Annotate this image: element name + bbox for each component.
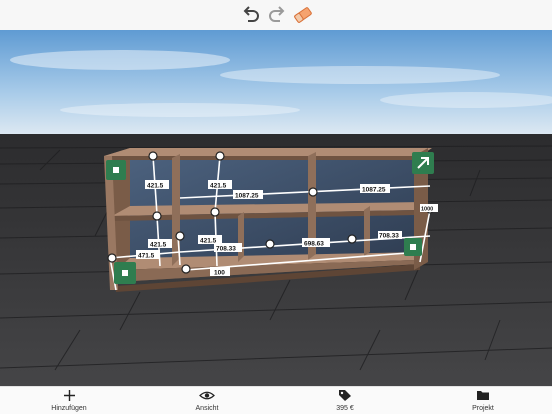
plus-icon xyxy=(63,390,75,401)
select-corner-button-bottom-left[interactable] xyxy=(114,262,136,284)
label-middle-shelf-mid: 698.63 xyxy=(304,241,324,248)
app-window: 421.5 421.5 1087.25 1087.25 421.5 421.5 … xyxy=(0,0,552,414)
select-corner-button-top-left[interactable] xyxy=(106,160,126,180)
top-toolbar xyxy=(0,0,552,30)
nav-project-label: Projekt xyxy=(472,405,494,412)
price-tag-icon xyxy=(339,390,351,401)
redo-button[interactable] xyxy=(266,5,288,25)
undo-button[interactable] xyxy=(240,5,262,25)
label-lower-left-height: 421.5 xyxy=(150,242,167,249)
label-top-width: 1087.25 xyxy=(235,193,259,200)
eye-icon xyxy=(199,391,215,400)
nav-view-label: Ansicht xyxy=(195,405,219,412)
label-shelf-width: 1087.25 xyxy=(362,187,386,194)
nav-price-label: 395 € xyxy=(336,405,354,412)
label-left-depth: 471.5 xyxy=(138,253,155,260)
nav-view[interactable]: Ansicht xyxy=(167,389,247,413)
label-middle-shelf-right: 708.33 xyxy=(379,233,399,240)
nav-add-label: Hinzufügen xyxy=(51,405,87,412)
eraser-icon xyxy=(294,7,312,23)
nav-add[interactable]: Hinzufügen xyxy=(29,389,109,413)
redo-icon xyxy=(269,6,285,22)
label-upper-left-height: 421.5 xyxy=(147,183,164,190)
label-middle-shelf-left: 708.33 xyxy=(216,246,236,253)
label-total-height: 1000 xyxy=(421,207,433,213)
undo-icon xyxy=(243,6,259,22)
folder-icon xyxy=(477,391,489,400)
label-upper-mid-height: 421.5 xyxy=(210,183,227,190)
label-bottom: 100 xyxy=(214,270,225,277)
nav-price[interactable]: 395 € xyxy=(305,389,385,413)
bottom-navigation: Hinzufügen Ansicht 395 € Projekt xyxy=(0,386,552,414)
configurator-scene[interactable]: 421.5 421.5 1087.25 1087.25 421.5 421.5 … xyxy=(0,30,552,386)
resize-arrow-button[interactable] xyxy=(412,152,434,174)
nav-project[interactable]: Projekt xyxy=(443,389,523,413)
select-corner-button-bottom-right[interactable] xyxy=(404,238,422,256)
eraser-button[interactable] xyxy=(292,5,314,25)
scene-canvas: 421.5 421.5 1087.25 1087.25 421.5 421.5 … xyxy=(0,30,552,386)
